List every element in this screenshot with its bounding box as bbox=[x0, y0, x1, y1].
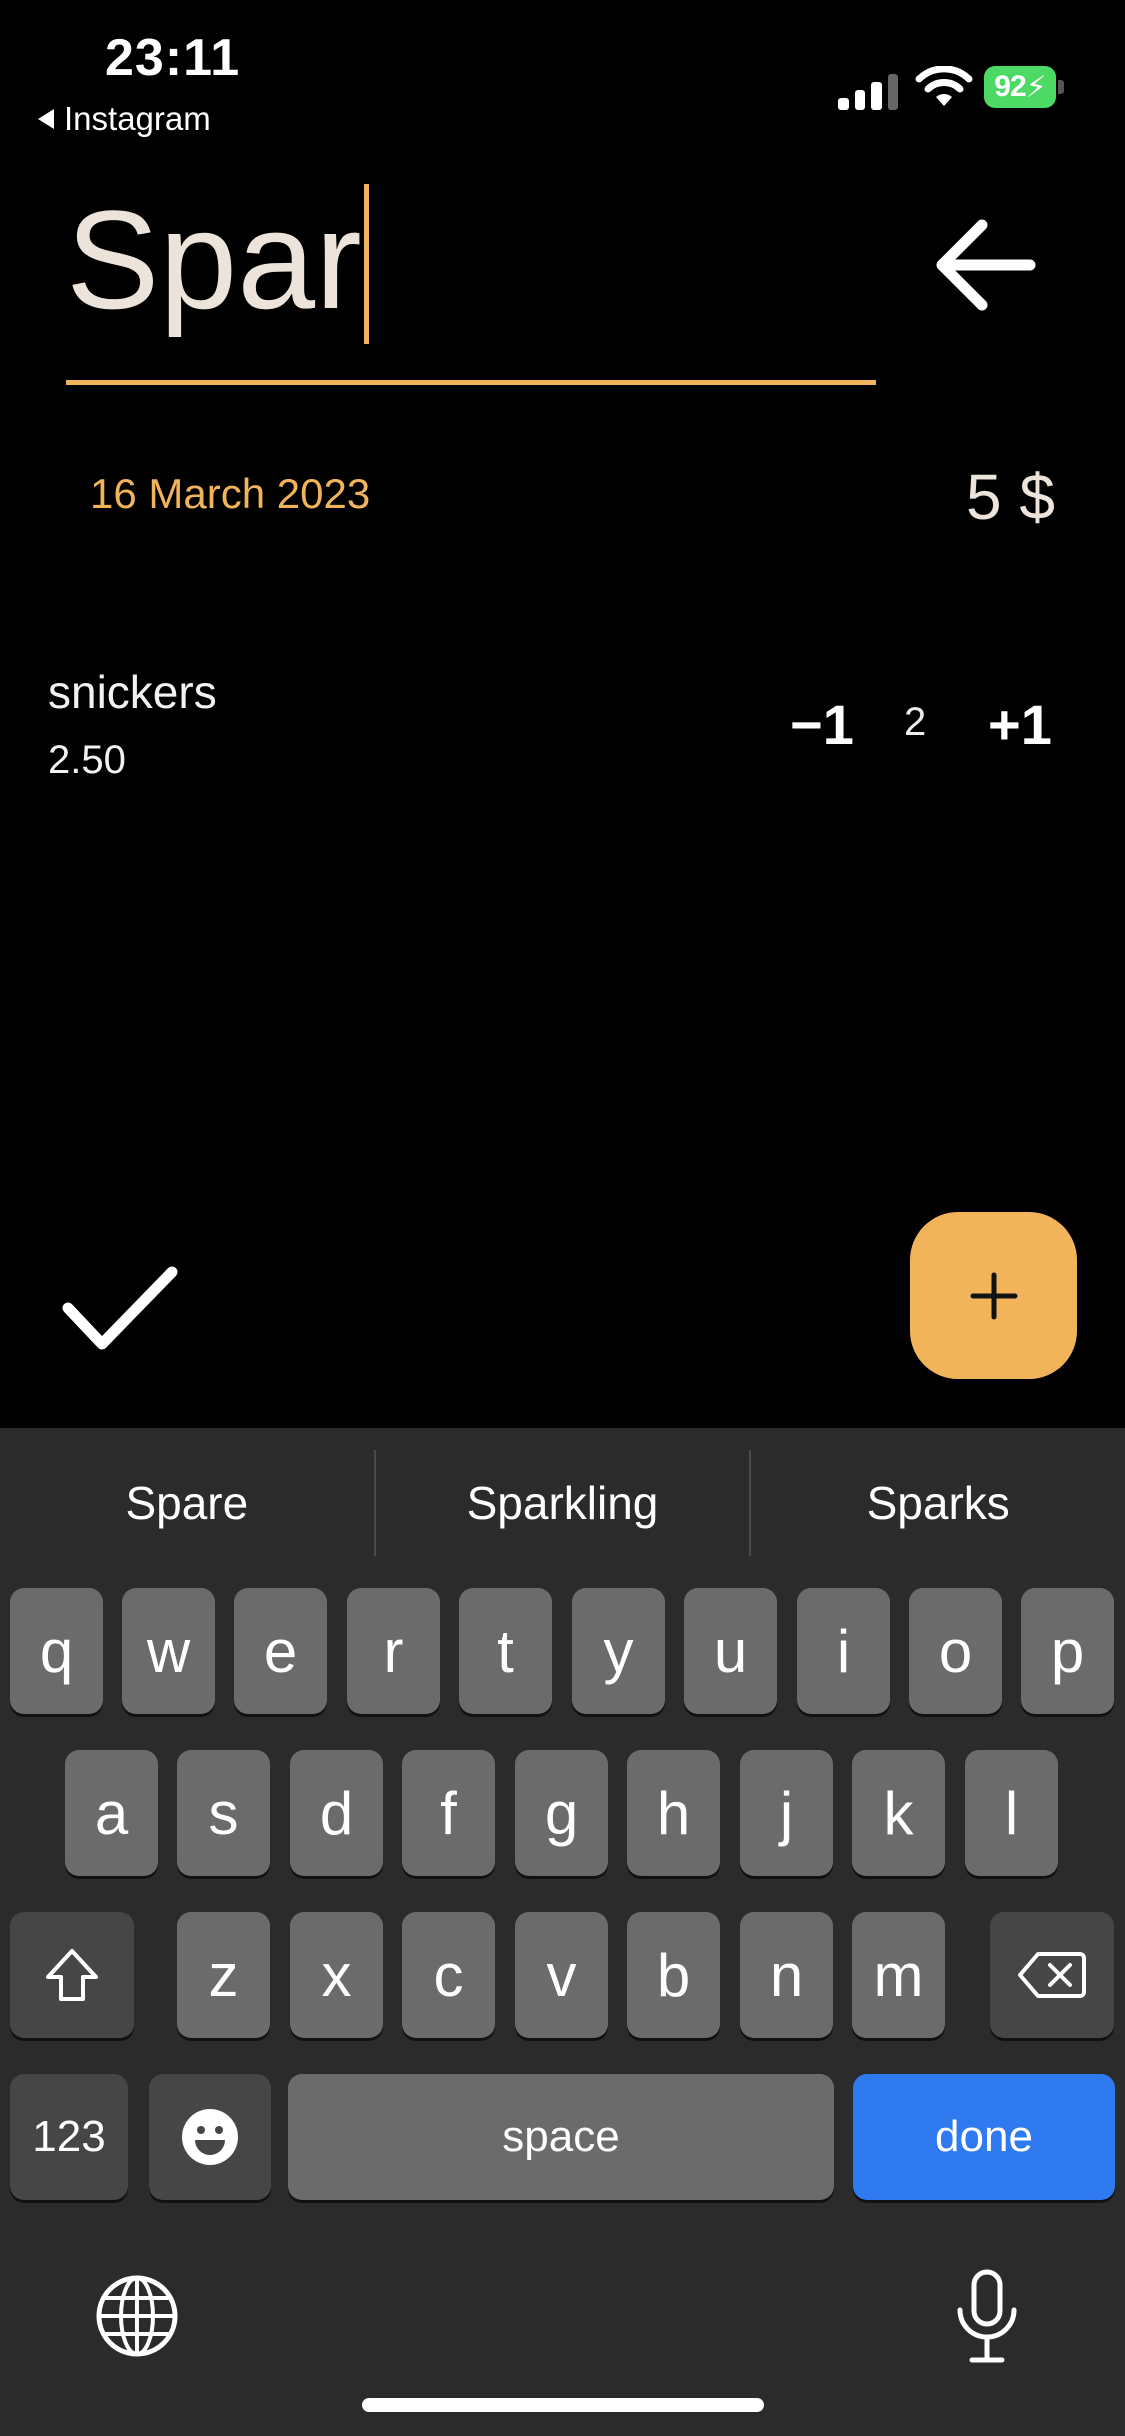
key-s[interactable]: s bbox=[177, 1750, 270, 1876]
key-e[interactable]: e bbox=[234, 1588, 327, 1714]
key-t[interactable]: t bbox=[459, 1588, 552, 1714]
checkmark-icon[interactable] bbox=[60, 1260, 180, 1360]
increment-button[interactable]: +1 bbox=[988, 692, 1052, 757]
back-triangle-icon bbox=[38, 109, 54, 129]
wifi-icon bbox=[915, 66, 973, 106]
suggestion-1[interactable]: Spare bbox=[0, 1428, 374, 1578]
key-y[interactable]: y bbox=[572, 1588, 665, 1714]
battery-level: 92 bbox=[994, 70, 1026, 103]
key-a[interactable]: a bbox=[65, 1750, 158, 1876]
key-z[interactable]: z bbox=[177, 1912, 270, 2038]
space-key[interactable]: space bbox=[288, 2074, 834, 2200]
status-time: 23:11 bbox=[105, 29, 241, 87]
key-n[interactable]: n bbox=[740, 1912, 833, 2038]
key-w[interactable]: w bbox=[122, 1588, 215, 1714]
suggestion-3[interactable]: Sparks bbox=[751, 1428, 1125, 1578]
emoji-key[interactable] bbox=[149, 2074, 271, 2200]
done-key[interactable]: done bbox=[853, 2074, 1115, 2200]
key-l[interactable]: l bbox=[965, 1750, 1058, 1876]
emoji-icon bbox=[182, 2109, 238, 2165]
back-arrow-icon[interactable] bbox=[930, 205, 1040, 325]
item-quantity: 2 bbox=[904, 700, 927, 744]
numbers-key[interactable]: 123 bbox=[10, 2074, 128, 2200]
plus-icon bbox=[970, 1272, 1017, 1319]
item-name[interactable]: snickers bbox=[48, 665, 217, 719]
key-x[interactable]: x bbox=[290, 1912, 383, 2038]
microphone-icon[interactable] bbox=[952, 2268, 1022, 2364]
key-b[interactable]: b bbox=[627, 1912, 720, 2038]
delete-key[interactable] bbox=[990, 1912, 1114, 2038]
key-m[interactable]: m bbox=[852, 1912, 945, 2038]
suggestion-2[interactable]: Sparkling bbox=[376, 1428, 750, 1578]
list-name-input[interactable]: Spar bbox=[66, 180, 876, 385]
key-f[interactable]: f bbox=[402, 1750, 495, 1876]
home-indicator[interactable] bbox=[362, 2398, 764, 2412]
battery-icon: 92 ⚡ bbox=[984, 66, 1064, 108]
key-v[interactable]: v bbox=[515, 1912, 608, 2038]
key-u[interactable]: u bbox=[684, 1588, 777, 1714]
list-date[interactable]: 16 March 2023 bbox=[90, 470, 370, 518]
key-h[interactable]: h bbox=[627, 1750, 720, 1876]
shift-icon bbox=[46, 1949, 98, 2001]
list-name-value: Spar bbox=[66, 181, 362, 338]
suggestion-bar: Spare Sparkling Sparks bbox=[0, 1428, 1125, 1578]
keyboard: Spare Sparkling Sparks q w e r t y u i o… bbox=[0, 1428, 1125, 2436]
key-o[interactable]: o bbox=[909, 1588, 1002, 1714]
key-r[interactable]: r bbox=[347, 1588, 440, 1714]
key-d[interactable]: d bbox=[290, 1750, 383, 1876]
key-k[interactable]: k bbox=[852, 1750, 945, 1876]
list-total: 5 $ bbox=[966, 461, 1055, 533]
cellular-signal-icon bbox=[838, 70, 898, 110]
key-p[interactable]: p bbox=[1021, 1588, 1114, 1714]
backspace-icon bbox=[1018, 1952, 1086, 1998]
globe-icon[interactable] bbox=[95, 2274, 179, 2358]
back-to-app-link[interactable]: Instagram bbox=[38, 100, 211, 138]
text-caret bbox=[363, 184, 369, 344]
decrement-button[interactable]: −1 bbox=[790, 692, 854, 757]
shift-key[interactable] bbox=[10, 1912, 134, 2038]
key-i[interactable]: i bbox=[797, 1588, 890, 1714]
key-c[interactable]: c bbox=[402, 1912, 495, 2038]
back-app-label: Instagram bbox=[64, 100, 211, 137]
item-price: 2.50 bbox=[48, 738, 126, 782]
add-item-button[interactable] bbox=[910, 1212, 1077, 1379]
key-j[interactable]: j bbox=[740, 1750, 833, 1876]
key-g[interactable]: g bbox=[515, 1750, 608, 1876]
key-q[interactable]: q bbox=[10, 1588, 103, 1714]
